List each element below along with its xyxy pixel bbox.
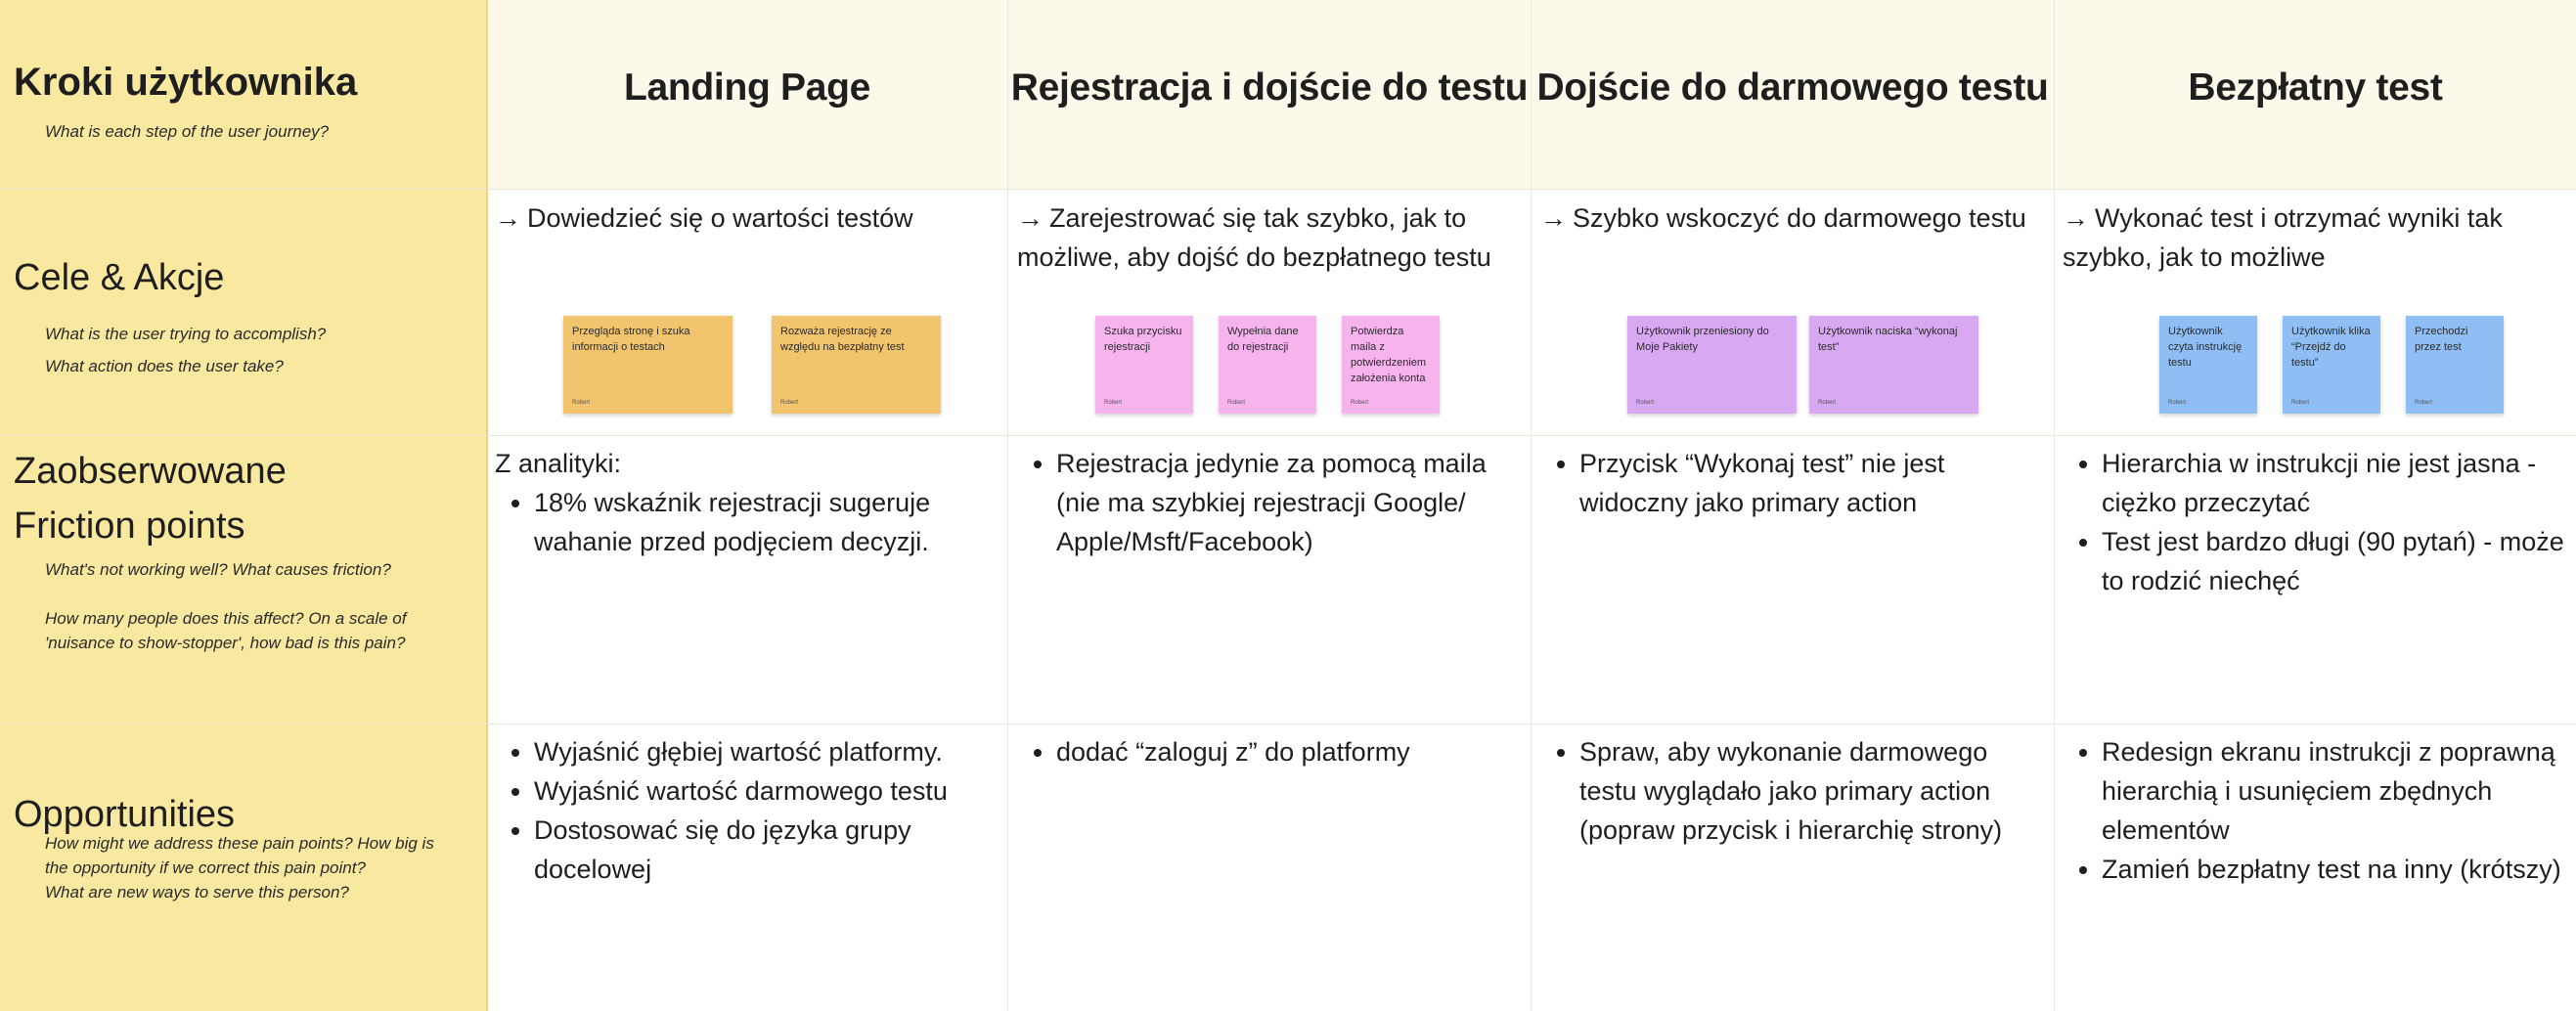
friction-list: 18% wskaźnik rejestracji sugeruje wahani… — [495, 483, 994, 561]
opportunity-list: dodać “zaloguj z” do platformy — [1017, 732, 1521, 771]
goal-text: Wykonać test i otrzymać wyniki tak szybk… — [2063, 203, 2503, 272]
stage-title-registration: Rejestracja i dojście do testu — [1010, 66, 1529, 109]
opportunities-landing-page: Wyjaśnić głębiej wartość platformy. Wyja… — [495, 732, 999, 889]
opportunity-item: Wyjaśnić głębiej wartość platformy. — [534, 732, 999, 771]
opportunity-item: Zamień bezpłatny test na inny (krótszy) — [2102, 850, 2566, 889]
sticky-note[interactable]: Użytkownik naciska “wykonaj test” Robert — [1809, 316, 1978, 414]
row-question-steps: What is each step of the user journey? — [45, 122, 330, 141]
goal-reach-free-test: → Szybko wskoczyć do darmowego testu — [1540, 198, 2049, 238]
row-title-friction-line1: Zaobserwowane — [14, 451, 287, 492]
sticky-note-text: Użytkownik naciska “wykonaj test” — [1818, 326, 1958, 353]
goal-text: Zarejestrować się tak szybko, jak to moż… — [1017, 203, 1491, 272]
friction-registration: Rejestracja jedynie za pomocą maila (nie… — [1017, 444, 1521, 561]
sticky-note-text: Szuka przycisku rejestracji — [1104, 326, 1182, 353]
row-question-opportunities-2: What are new ways to serve this person? — [45, 883, 349, 901]
opportunity-item: dodać “zaloguj z” do platformy — [1056, 732, 1521, 771]
friction-free-test: Hierarchia w instrukcji nie jest jasna -… — [2063, 444, 2566, 600]
goal-registration: → Zarejestrować się tak szybko, jak to mo… — [1017, 198, 1521, 277]
sticky-note-author: Robert — [1636, 400, 1655, 406]
opportunities-registration: dodać “zaloguj z” do platformy — [1017, 732, 1521, 771]
friction-list: Rejestracja jedynie za pomocą maila (nie… — [1017, 444, 1521, 561]
opportunities-free-test: Redesign ekranu instrukcji z poprawną hi… — [2063, 732, 2566, 889]
friction-item: Przycisk “Wykonaj test” nie jest widoczn… — [1579, 444, 2044, 522]
arrow-right-icon: → — [1540, 203, 1567, 233]
sticky-note[interactable]: Użytkownik przeniesiony do Moje Pakiety R… — [1627, 316, 1797, 414]
sticky-note-text: Przegląda stronę i szuka informacji o te… — [572, 326, 690, 353]
sticky-note-author: Robert — [2291, 400, 2310, 406]
row-divider — [0, 435, 2576, 436]
friction-landing-page: Z analityki: 18% wskaźnik rejestracji su… — [495, 444, 994, 561]
opportunity-item: Wyjaśnić wartość darmowego testu — [534, 771, 999, 811]
arrow-right-icon: → — [2063, 203, 2089, 233]
goal-text: Szybko wskoczyć do darmowego testu — [1573, 203, 2026, 233]
sticky-note-author: Robert — [780, 400, 799, 406]
column-divider — [2054, 0, 2055, 1011]
sticky-note-text: Przechodzi przez test — [2415, 326, 2468, 353]
friction-item: 18% wskaźnik rejestracji sugeruje wahani… — [534, 483, 994, 561]
sticky-note[interactable]: Potwierdza maila z potwierdzeniem założe… — [1342, 316, 1440, 414]
journey-map-board: Kroki użytkownika What is each step of t… — [0, 0, 2576, 1011]
row-divider — [0, 189, 2576, 190]
sticky-note[interactable]: Użytkownik czyta instrukcję testu Robert — [2159, 316, 2257, 414]
sticky-note[interactable]: Przechodzi przez test Robert — [2406, 316, 2504, 414]
stage-title-reach-free-test: Dojście do darmowego testu — [1536, 66, 2049, 109]
row-question-friction-1: What's not working well? What causes fri… — [45, 560, 391, 579]
opportunity-list: Wyjaśnić głębiej wartość platformy. Wyja… — [495, 732, 999, 889]
opportunities-reach-free-test: Spraw, aby wykonanie darmowego testu wyg… — [1540, 732, 2044, 850]
opportunity-list: Spraw, aby wykonanie darmowego testu wyg… — [1540, 732, 2044, 850]
opportunity-item: Dostosować się do języka grupy docelowej — [534, 811, 999, 889]
goal-landing-page: → Dowiedzieć się o wartości testów — [495, 198, 999, 238]
column-divider — [1007, 0, 1008, 1011]
goal-text: Dowiedzieć się o wartości testów — [527, 203, 913, 233]
arrow-right-icon: → — [1017, 203, 1044, 233]
friction-list: Hierarchia w instrukcji nie jest jasna -… — [2063, 444, 2566, 600]
sticky-note[interactable]: Użytkownik klika “Przejdź do testu” Rober… — [2283, 316, 2380, 414]
row-title-friction-line2: Friction points — [14, 506, 245, 547]
goal-free-test: → Wykonać test i otrzymać wyniki tak szyb… — [2063, 198, 2569, 277]
sticky-note-text: Użytkownik przeniesiony do Moje Pakiety — [1636, 326, 1769, 353]
friction-item: Hierarchia w instrukcji nie jest jasna -… — [2102, 444, 2566, 522]
row-divider — [0, 724, 2576, 725]
opportunity-list: Redesign ekranu instrukcji z poprawną hi… — [2063, 732, 2566, 889]
sticky-note-author: Robert — [572, 400, 591, 406]
sticky-note-text: Użytkownik klika “Przejdź do testu” — [2291, 326, 2371, 369]
sticky-note-author: Robert — [1104, 400, 1123, 406]
row-title-goals: Cele & Akcje — [14, 257, 225, 298]
arrow-right-icon: → — [495, 203, 521, 233]
sticky-note[interactable]: Rozważa rejestrację ze względu na bezpła… — [772, 316, 941, 414]
sticky-note-author: Robert — [2168, 400, 2187, 406]
row-title-steps: Kroki użytkownika — [14, 61, 358, 104]
sticky-note-text: Potwierdza maila z potwierdzeniem założe… — [1351, 326, 1427, 384]
friction-item: Rejestracja jedynie za pomocą maila (nie… — [1056, 444, 1521, 561]
sticky-note[interactable]: Wypełnia dane do rejestracji Robert — [1219, 316, 1316, 414]
row-question-goals-2: What action does the user take? — [45, 357, 284, 375]
sticky-note-author: Robert — [2415, 400, 2433, 406]
row-question-friction-2: How many people does this affect? On a s… — [45, 609, 407, 652]
stage-title-free-test: Bezpłatny test — [2188, 66, 2443, 109]
friction-item: Test jest bardzo długi (90 pytań) - może… — [2102, 522, 2566, 600]
opportunity-item: Spraw, aby wykonanie darmowego testu wyg… — [1579, 732, 2044, 850]
sticky-note-text: Rozważa rejestrację ze względu na bezpła… — [780, 326, 905, 353]
opportunity-item: Redesign ekranu instrukcji z poprawną hi… — [2102, 732, 2566, 850]
sticky-note[interactable]: Przegląda stronę i szuka informacji o te… — [563, 316, 733, 414]
friction-reach-free-test: Przycisk “Wykonaj test” nie jest widoczn… — [1540, 444, 2044, 522]
sticky-note-text: Użytkownik czyta instrukcję testu — [2168, 326, 2243, 369]
friction-list: Przycisk “Wykonaj test” nie jest widoczn… — [1540, 444, 2044, 522]
friction-intro: Z analityki: — [495, 449, 622, 478]
sticky-note-author: Robert — [1227, 400, 1246, 406]
stage-title-landing-page: Landing Page — [623, 66, 871, 109]
sticky-note-author: Robert — [1351, 400, 1369, 406]
sticky-note[interactable]: Szuka przycisku rejestracji Robert — [1095, 316, 1193, 414]
row-question-goals-1: What is the user trying to accomplish? — [45, 325, 327, 343]
column-divider — [1531, 0, 1532, 1011]
row-question-opportunities-1: How might we address these pain points? … — [45, 834, 434, 877]
sticky-note-text: Wypełnia dane do rejestracji — [1227, 326, 1299, 353]
sticky-note-author: Robert — [1818, 400, 1837, 406]
